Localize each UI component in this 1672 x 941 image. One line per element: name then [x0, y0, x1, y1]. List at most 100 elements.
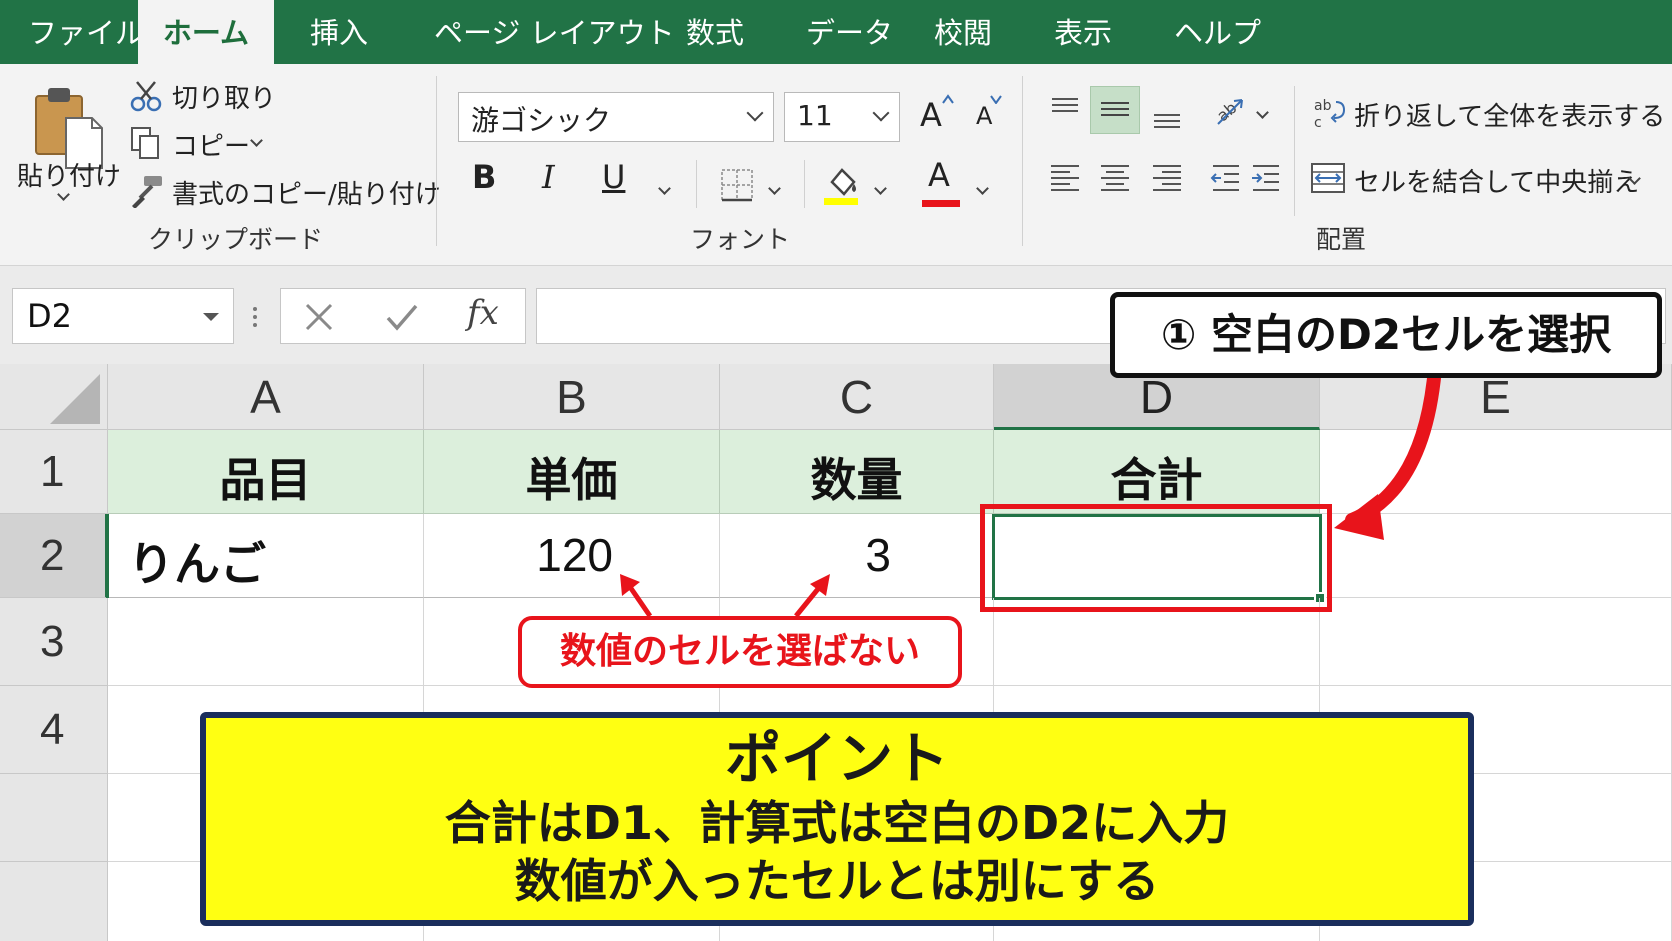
- cell-a2[interactable]: りんご: [108, 514, 424, 598]
- cell-b2[interactable]: 120: [424, 514, 720, 598]
- format-painter-icon: [132, 176, 162, 208]
- font-color-button[interactable]: A: [928, 156, 950, 194]
- divider: [696, 160, 697, 208]
- borders-dropdown-chevron-icon[interactable]: [768, 182, 781, 195]
- point-line-2: 数値が入ったセルとは別にする: [514, 854, 1160, 908]
- svg-text:ab: ab: [1213, 98, 1241, 125]
- align-middle-button[interactable]: [1090, 86, 1140, 134]
- splitter-handle-icon[interactable]: [252, 306, 258, 328]
- cell-b1[interactable]: 単価: [424, 430, 720, 514]
- group-divider: [436, 76, 437, 246]
- cell-a3[interactable]: [108, 598, 424, 686]
- align-middle-icon: [1101, 102, 1129, 116]
- select-all-triangle-icon: [50, 374, 100, 424]
- warning-callout-text: 数値のセルを選ばない: [559, 631, 920, 672]
- bold-button[interactable]: B: [472, 158, 496, 196]
- cell-c1-text: 数量: [810, 453, 903, 507]
- chevron-down-icon: [872, 104, 890, 122]
- svg-text:ab: ab: [1314, 98, 1332, 114]
- cell-c1[interactable]: 数量: [720, 430, 994, 514]
- copy-button[interactable]: コピー: [172, 126, 250, 163]
- grow-font-button[interactable]: A: [920, 96, 942, 134]
- group-divider: [1022, 76, 1023, 246]
- align-right-icon[interactable]: [1150, 160, 1184, 194]
- underline-button[interactable]: U: [602, 158, 625, 196]
- row-header-5[interactable]: [0, 774, 108, 862]
- cut-button[interactable]: 切り取り: [172, 78, 276, 115]
- point-box: ポイント 合計はD1、計算式は空白のD2に入力 数値が入ったセルとは別にする: [200, 712, 1474, 926]
- row-header-1[interactable]: 1: [0, 430, 108, 514]
- cell-b2-text: 120: [536, 529, 613, 581]
- shrink-font-button[interactable]: A: [976, 102, 992, 130]
- font-name-value: 游ゴシック: [471, 104, 612, 137]
- decrease-indent-icon[interactable]: [1210, 160, 1242, 194]
- ribbon-tab-bar: ファイル ホーム 挿入 ページ レイアウト 数式 データ 校閲 表示 ヘルプ: [0, 0, 1672, 64]
- font-size-value: 11: [797, 99, 833, 132]
- cell-e3[interactable]: [1320, 598, 1672, 686]
- name-box[interactable]: D2: [12, 288, 234, 344]
- wrap-text-icon: ab c: [1314, 98, 1346, 130]
- column-header-c[interactable]: C: [720, 364, 994, 430]
- tab-view[interactable]: 表示: [1054, 0, 1112, 64]
- insert-function-button[interactable]: fx: [467, 293, 499, 333]
- warning-callout: 数値のセルを選ばない: [518, 616, 962, 688]
- chevron-down-icon: [203, 313, 219, 321]
- merge-center-button[interactable]: セルを結合して中央揃え: [1354, 162, 1639, 199]
- row-header-2[interactable]: 2: [0, 514, 108, 598]
- increase-indent-icon[interactable]: [1250, 160, 1282, 194]
- paste-label: 貼り付け: [17, 162, 122, 192]
- row-header-4[interactable]: 4: [0, 686, 108, 774]
- underline-dropdown-chevron-icon[interactable]: [658, 182, 671, 195]
- cell-e2[interactable]: [1320, 514, 1672, 598]
- tab-data[interactable]: データ: [806, 0, 893, 64]
- italic-button[interactable]: I: [542, 158, 555, 196]
- column-header-a[interactable]: A: [108, 364, 424, 430]
- tab-file[interactable]: ファイル: [28, 0, 144, 64]
- borders-icon[interactable]: [720, 168, 754, 202]
- cell-c2-text: 3: [865, 529, 891, 581]
- fill-color-icon[interactable]: [822, 162, 862, 206]
- cancel-icon[interactable]: [303, 301, 335, 333]
- tab-home[interactable]: ホーム: [138, 0, 274, 64]
- cut-icon: [130, 81, 162, 112]
- cell-c2[interactable]: 3: [720, 514, 994, 598]
- tab-insert[interactable]: 挿入: [310, 0, 368, 64]
- format-painter-button[interactable]: 書式のコピー/貼り付け: [172, 174, 441, 211]
- tab-page-layout[interactable]: ページ レイアウト: [434, 0, 675, 64]
- orientation-icon[interactable]: ab: [1212, 92, 1248, 128]
- ribbon: 貼り付け 切り取り コピー 書式のコピー/貼り付け クリップボード 游ゴシック: [0, 64, 1672, 266]
- name-box-value: D2: [27, 297, 72, 335]
- row-header-3[interactable]: 3: [0, 598, 108, 686]
- copy-dropdown-chevron-icon[interactable]: [250, 134, 263, 147]
- row-header-6[interactable]: [0, 862, 108, 941]
- font-size-dropdown[interactable]: 11: [784, 92, 900, 142]
- fill-color-dropdown-chevron-icon[interactable]: [874, 182, 887, 195]
- align-left-icon[interactable]: [1048, 160, 1082, 194]
- increase-caret-icon: [942, 94, 954, 104]
- cell-a2-text: りんご: [128, 537, 266, 591]
- column-header-b[interactable]: B: [424, 364, 720, 430]
- divider: [1294, 86, 1295, 216]
- align-top-icon[interactable]: [1048, 94, 1082, 128]
- enter-check-icon[interactable]: [385, 301, 419, 333]
- font-name-dropdown[interactable]: 游ゴシック: [458, 92, 774, 142]
- formula-buttons: fx: [280, 288, 526, 344]
- select-all-button[interactable]: [0, 364, 108, 430]
- cell-e1[interactable]: [1320, 430, 1672, 514]
- font-color-dropdown-chevron-icon[interactable]: [976, 182, 989, 195]
- wrap-text-button[interactable]: 折り返して全体を表示する: [1354, 96, 1665, 133]
- alignment-group-label: 配置: [1316, 225, 1367, 254]
- align-center-icon[interactable]: [1098, 160, 1132, 194]
- cell-d1[interactable]: 合計: [994, 430, 1320, 514]
- orientation-dropdown-chevron-icon[interactable]: [1256, 106, 1269, 119]
- cell-d1-text: 合計: [1110, 453, 1203, 507]
- tab-formulas[interactable]: 数式: [686, 0, 744, 64]
- font-group-label: フォント: [690, 225, 791, 254]
- tab-help[interactable]: ヘルプ: [1174, 0, 1261, 64]
- cell-a1[interactable]: 品目: [108, 430, 424, 514]
- tab-review[interactable]: 校閲: [934, 0, 992, 64]
- highlight-d2-frame: [980, 504, 1332, 612]
- align-bottom-icon[interactable]: [1150, 98, 1184, 132]
- point-title: ポイント: [725, 727, 949, 792]
- merge-center-icon: [1311, 163, 1345, 193]
